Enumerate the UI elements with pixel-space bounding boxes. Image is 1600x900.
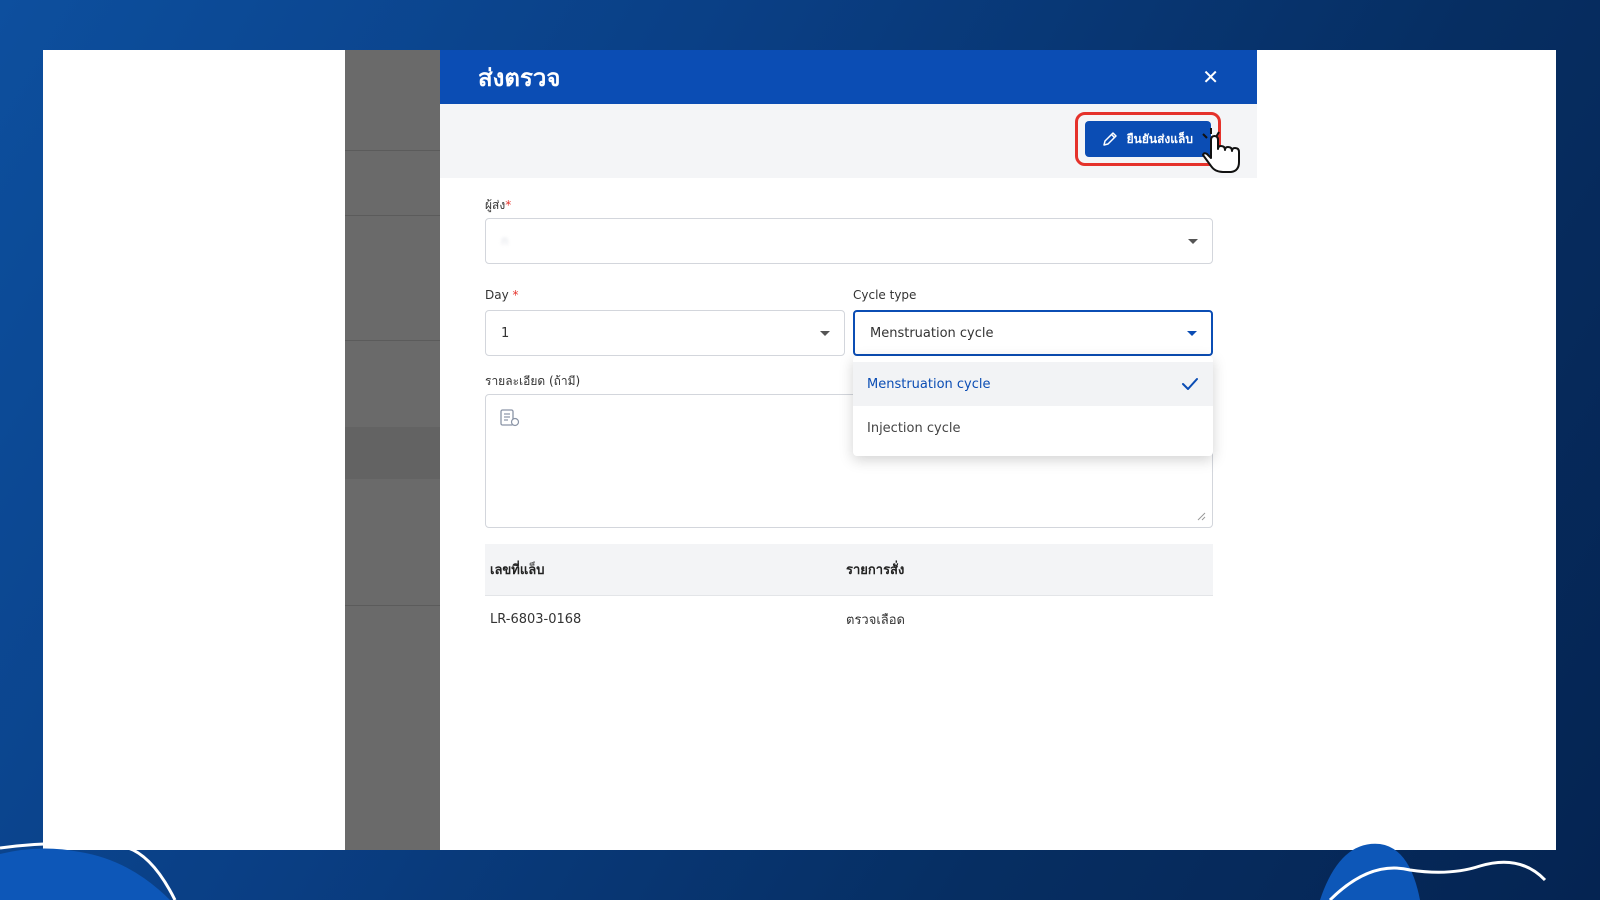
day-field: Day * 1 [485, 288, 845, 356]
document-icon [500, 409, 520, 427]
day-select[interactable]: 1 [485, 310, 845, 356]
dropdown-option-injection[interactable]: Injection cycle [853, 406, 1213, 450]
confirm-button-label: ยืนยันส่งแล็บ [1126, 131, 1193, 146]
table-header: เลขที่แล็บ รายการสั่ง [485, 544, 1213, 596]
order-cell: ตรวจเลือด [846, 612, 906, 628]
chevron-down-icon [1188, 239, 1198, 244]
day-label-text: Day [485, 288, 509, 302]
background-divider [345, 150, 440, 151]
pencil-icon [1102, 132, 1117, 146]
chevron-down-icon [1187, 331, 1197, 336]
sender-label: ผู้ส่ง* [485, 196, 1213, 212]
background-app-overlay [345, 50, 440, 850]
day-cycle-row: Day * 1 Cycle type Menstruation cycle Me… [485, 288, 1213, 456]
modal-header: ส่งตรวจ ✕ [440, 50, 1257, 104]
option-label: Menstruation cycle [867, 376, 991, 392]
lab-table: เลขที่แล็บ รายการสั่ง LR-6803-0168 ตรวจเ… [485, 544, 1213, 642]
required-mark: * [512, 288, 519, 302]
day-label: Day * [485, 288, 845, 304]
background-divider [345, 215, 440, 216]
send-lab-form: ผู้ส่ง* ก Day * 1 Cycle type Menstruatio… [440, 178, 1257, 642]
check-icon [1182, 378, 1198, 390]
chevron-down-icon [820, 331, 830, 336]
day-value: 1 [501, 325, 510, 341]
background-band [345, 427, 440, 479]
column-header-order: รายการสั่ง [846, 563, 905, 578]
required-mark: * [505, 198, 512, 212]
cycle-type-select[interactable]: Menstruation cycle [853, 310, 1213, 356]
background-divider [345, 605, 440, 606]
confirm-send-lab-button[interactable]: ยืนยันส่งแล็บ [1084, 121, 1211, 157]
option-label: Injection cycle [867, 420, 961, 436]
lab-number-cell: LR-6803-0168 [490, 611, 582, 627]
sender-select[interactable]: ก [485, 218, 1213, 264]
decorative-wave [0, 841, 1547, 900]
sender-value: ก [501, 233, 509, 248]
modal-title: ส่งตรวจ [478, 63, 561, 92]
modal-toolbar: ยืนยันส่งแล็บ [440, 104, 1257, 178]
cycle-type-label: Cycle type [853, 288, 917, 302]
sender-label-text: ผู้ส่ง [485, 198, 506, 212]
cycle-type-field: Cycle type Menstruation cycle Menstruati… [853, 288, 1213, 456]
background-divider [345, 340, 440, 341]
dropdown-option-menstruation[interactable]: Menstruation cycle [853, 362, 1213, 406]
pointer-hand-icon [1202, 128, 1240, 173]
send-lab-modal: ส่งตรวจ ✕ ยืนยันส่งแล็บ ผู้ส่ง* ก Day * … [440, 50, 1257, 850]
screenshot-frame: ส่งตรวจ ✕ ยืนยันส่งแล็บ ผู้ส่ง* ก Day * … [43, 50, 1556, 850]
column-header-lab-number: เลขที่แล็บ [490, 563, 545, 578]
close-icon[interactable]: ✕ [1202, 67, 1219, 87]
table-row: LR-6803-0168 ตรวจเลือด [485, 596, 1213, 642]
resize-handle-icon[interactable] [1196, 511, 1206, 521]
cycle-type-dropdown: Menstruation cycle Injection cycle [853, 356, 1213, 456]
cycle-type-value: Menstruation cycle [870, 325, 994, 341]
